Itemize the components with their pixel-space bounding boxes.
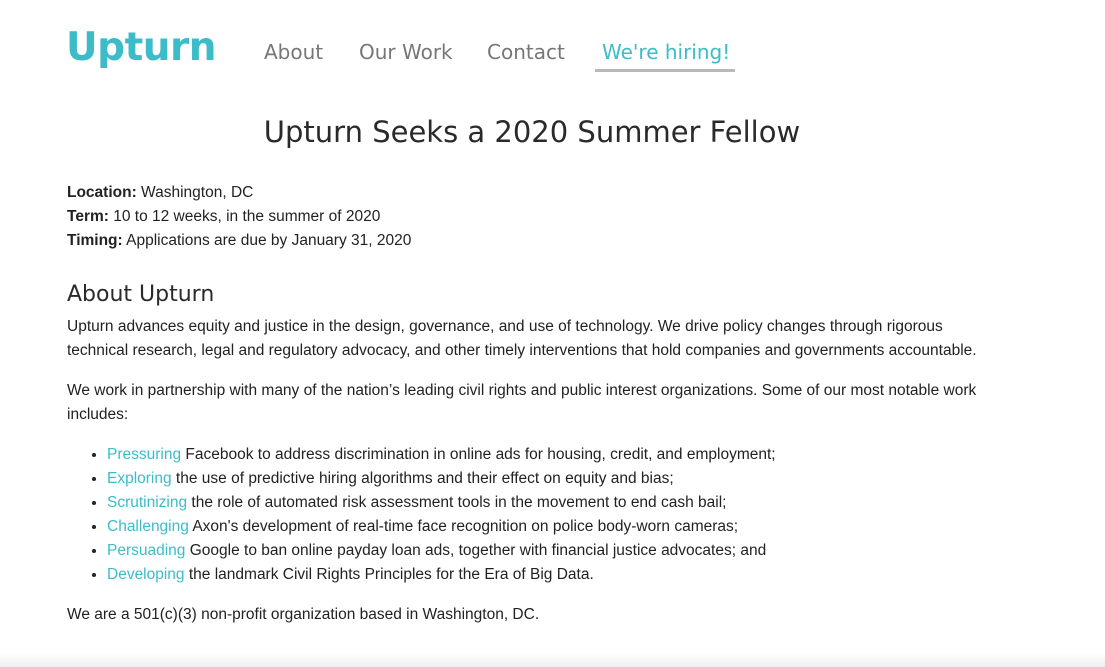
list-item-text: the landmark Civil Rights Principles for… (184, 566, 594, 583)
persuading-link[interactable]: Persuading (107, 542, 185, 559)
exploring-link[interactable]: Exploring (107, 470, 172, 487)
list-item: Persuading Google to ban online payday l… (107, 539, 987, 563)
list-item: Developing the landmark Civil Rights Pri… (107, 563, 987, 587)
challenging-link[interactable]: Challenging (107, 518, 189, 535)
nav-contact[interactable]: Contact (487, 38, 565, 66)
developing-link[interactable]: Developing (107, 566, 185, 583)
pressuring-link[interactable]: Pressuring (107, 446, 181, 463)
bottom-fade (0, 653, 1105, 667)
meta-location-label: Location: (67, 184, 137, 201)
meta-timing-value: Applications are due by January 31, 2020 (122, 232, 412, 249)
about-paragraph: Upturn advances equity and justice in th… (67, 318, 977, 359)
job-meta: Location: Washington, DC Term: 10 to 12 … (67, 181, 987, 253)
about-upturn-heading: About Upturn (67, 282, 215, 307)
nav-about[interactable]: About (264, 38, 323, 66)
meta-term: Term: 10 to 12 weeks, in the summer of 2… (67, 205, 987, 229)
list-item: Pressuring Facebook to address discrimin… (107, 443, 987, 467)
list-item: Challenging Axon's development of real-t… (107, 515, 987, 539)
partnership-paragraph: We work in partnership with many of the … (67, 382, 977, 423)
list-item-text: Axon's development of real-time face rec… (188, 518, 739, 535)
meta-location: Location: Washington, DC (67, 181, 987, 205)
list-item-text: the role of automated risk assessment to… (187, 494, 727, 511)
list-item: Scrutinizing the role of automated risk … (107, 491, 987, 515)
list-item-text: the use of predictive hiring algorithms … (171, 470, 674, 487)
page-title: Upturn Seeks a 2020 Summer Fellow (263, 115, 801, 149)
list-item: Exploring the use of predictive hiring a… (107, 467, 987, 491)
meta-timing: Timing: Applications are due by January … (67, 229, 987, 253)
meta-timing-label: Timing: (67, 232, 123, 249)
meta-term-value: 10 to 12 weeks, in the summer of 2020 (108, 208, 381, 225)
upturn-logo[interactable]: Upturn (66, 24, 217, 72)
scrutinizing-link[interactable]: Scrutinizing (107, 494, 187, 511)
nonprofit-paragraph: We are a 501(c)(3) non-profit organizati… (67, 606, 540, 623)
main-content: Location: Washington, DC Term: 10 to 12 … (67, 181, 987, 643)
nav-were-hiring[interactable]: We're hiring! (595, 38, 735, 72)
list-item-text: Facebook to address discrimination in on… (181, 446, 776, 463)
meta-location-value: Washington, DC (136, 184, 254, 201)
list-item-text: Google to ban online payday loan ads, to… (185, 542, 767, 559)
nav-our-work[interactable]: Our Work (359, 38, 453, 66)
notable-work-list: Pressuring Facebook to address discrimin… (67, 443, 987, 587)
meta-term-label: Term: (67, 208, 109, 225)
